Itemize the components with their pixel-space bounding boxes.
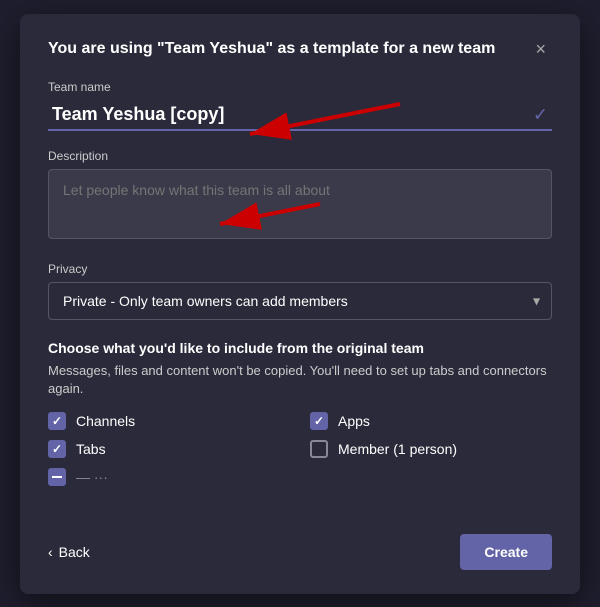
privacy-field: Privacy Private - Only team owners can a… — [48, 262, 552, 320]
checkbox-tabs[interactable]: ✓ Tabs — [48, 440, 290, 458]
checkbox-channels-label: Channels — [76, 413, 135, 429]
checkmark-icon: ✓ — [314, 414, 324, 428]
back-button-label: Back — [59, 544, 90, 560]
checkbox-channels-box[interactable]: ✓ — [48, 412, 66, 430]
team-name-field: Team name ✓ — [48, 80, 552, 131]
checkbox-tabs-box[interactable]: ✓ — [48, 440, 66, 458]
checkbox-member-label: Member (1 person) — [338, 441, 457, 457]
partial-checkbox-box[interactable] — [48, 468, 66, 486]
description-textarea[interactable] — [48, 169, 552, 239]
checkbox-tabs-label: Tabs — [76, 441, 106, 457]
close-button[interactable]: × — [529, 38, 552, 60]
checkmark-icon: ✓ — [52, 442, 62, 456]
create-button[interactable]: Create — [460, 534, 552, 570]
modal-container: You are using "Team Yeshua" as a templat… — [20, 14, 580, 594]
checkbox-channels[interactable]: ✓ Channels — [48, 412, 290, 430]
checkbox-member-box[interactable] — [310, 440, 328, 458]
modal-footer: ‹ Back Create — [48, 516, 552, 570]
modal-header: You are using "Team Yeshua" as a templat… — [48, 38, 552, 60]
checkbox-apps-box[interactable]: ✓ — [310, 412, 328, 430]
checkmark-icon: ✓ — [52, 414, 62, 428]
include-title: Choose what you'd like to include from t… — [48, 340, 552, 356]
privacy-select[interactable]: Private - Only team owners can add membe… — [48, 282, 552, 320]
team-name-label: Team name — [48, 80, 552, 94]
partial-checkbox-row[interactable]: — ··· — [48, 468, 552, 486]
checkbox-apps-label: Apps — [338, 413, 370, 429]
checkbox-apps[interactable]: ✓ Apps — [310, 412, 552, 430]
partial-label: — ··· — [76, 469, 108, 485]
check-icon: ✓ — [533, 105, 548, 126]
modal-title: You are using "Team Yeshua" as a templat… — [48, 38, 495, 60]
back-arrow-icon: ‹ — [48, 544, 53, 560]
privacy-select-wrapper: Private - Only team owners can add membe… — [48, 282, 552, 320]
team-name-input[interactable] — [48, 100, 552, 131]
partial-bar-icon — [52, 476, 62, 478]
description-field: Description — [48, 149, 552, 244]
include-subtitle: Messages, files and content won't be cop… — [48, 362, 552, 398]
checkboxes-grid: ✓ Channels ✓ Apps ✓ Tabs Member — [48, 412, 552, 458]
checkbox-member[interactable]: Member (1 person) — [310, 440, 552, 458]
privacy-label: Privacy — [48, 262, 552, 276]
include-section: Choose what you'd like to include from t… — [48, 340, 552, 486]
description-label: Description — [48, 149, 552, 163]
back-button[interactable]: ‹ Back — [48, 544, 90, 560]
